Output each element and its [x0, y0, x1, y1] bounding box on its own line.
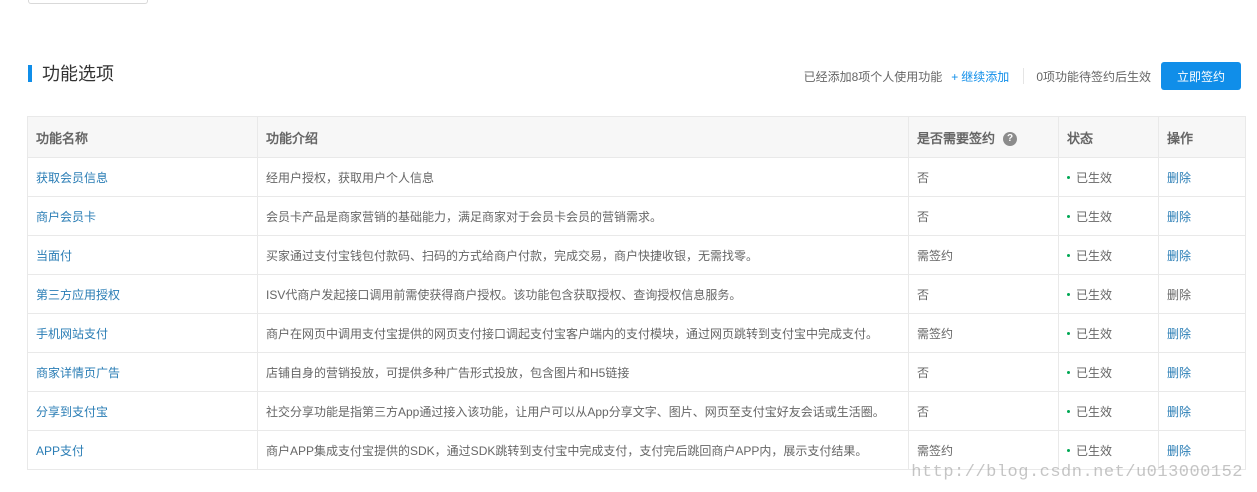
function-name-link[interactable]: 获取会员信息: [36, 171, 108, 185]
cell-name: 分享到支付宝: [27, 391, 258, 431]
cell-action: 删除: [1158, 313, 1246, 353]
status-label: 已生效: [1076, 365, 1113, 380]
cell-need-sign: 否: [908, 391, 1059, 431]
header-need-sign: 是否需要签约?: [908, 116, 1059, 158]
cell-status: 已生效: [1058, 391, 1159, 431]
table-row: 分享到支付宝 社交分享功能是指第三方App通过接入该功能，让用户可以从App分享文…: [27, 391, 1246, 431]
cell-intro: 商户APP集成支付宝提供的SDK，通过SDK跳转到支付宝中完成支付，支付完后跳回…: [257, 430, 909, 470]
delete-link[interactable]: 删除: [1167, 405, 1191, 419]
function-table: 功能名称 功能介绍 是否需要签约? 状态 操作 获取会员信息 经用户授权，获取用户…: [27, 116, 1246, 470]
table-row: 当面付 买家通过支付宝钱包付款码、扫码的方式给商户付款，完成交易，商户快捷收银，无…: [27, 235, 1246, 275]
header-status: 状态: [1058, 116, 1159, 158]
cell-action: 删除: [1158, 196, 1246, 236]
table-body: 获取会员信息 经用户授权，获取用户个人信息否已生效 删除 商户会员卡 会员卡产品是商家营…: [27, 157, 1246, 470]
cell-need-sign: 需签约: [908, 313, 1059, 353]
status-dot-icon: [1067, 253, 1070, 257]
cell-name: 商户会员卡: [27, 196, 258, 236]
cell-status: 已生效: [1058, 313, 1159, 353]
delete-link[interactable]: 删除: [1167, 366, 1191, 380]
section-header: 功能选项 已经添加8项个人使用功能 + 继续添加 0项功能待签约后生效 立即签约: [28, 62, 1241, 90]
function-name-link[interactable]: 第三方应用授权: [36, 288, 120, 302]
status-label: 已生效: [1076, 404, 1113, 419]
delete-link[interactable]: 删除: [1167, 444, 1191, 458]
header-intro: 功能介绍: [257, 116, 909, 158]
delete-link[interactable]: 删除: [1167, 171, 1191, 185]
status-dot-icon: [1067, 214, 1070, 218]
status-dot-icon: [1067, 292, 1070, 296]
header-action: 操作: [1158, 116, 1246, 158]
status-dot-icon: [1067, 448, 1070, 452]
cell-intro: 店铺自身的营销投放，可提供多种广告形式投放，包含图片和H5链接: [257, 352, 909, 392]
function-name-link[interactable]: 手机网站支付: [36, 327, 108, 341]
continue-add-label: 继续添加: [961, 69, 1010, 84]
table-header-row: 功能名称 功能介绍 是否需要签约? 状态 操作: [27, 116, 1246, 158]
cell-intro: 商户在网页中调用支付宝提供的网页支付接口调起支付宝客户端内的支付模块，通过网页跳…: [257, 313, 909, 353]
status-dot-icon: [1067, 370, 1070, 374]
cell-intro: ISV代商户发起接口调用前需使获得商户授权。该功能包含获取授权、查询授权信息服务…: [257, 274, 909, 314]
sign-now-button[interactable]: 立即签约: [1161, 62, 1241, 90]
cell-action: 删除: [1158, 235, 1246, 275]
top-input-box[interactable]: [28, 0, 148, 4]
cell-need-sign: 否: [908, 196, 1059, 236]
cell-intro: 会员卡产品是商家营销的基础能力，满足商家对于会员卡会员的营销需求。: [257, 196, 909, 236]
cell-status: 已生效: [1058, 235, 1159, 275]
cell-name: 第三方应用授权: [27, 274, 258, 314]
cell-name: 获取会员信息: [27, 157, 258, 197]
header-name: 功能名称: [27, 116, 258, 158]
cell-need-sign: 否: [908, 352, 1059, 392]
table-row: 第三方应用授权 ISV代商户发起接口调用前需使获得商户授权。该功能包含获取授权、查…: [27, 274, 1246, 314]
status-label: 已生效: [1076, 170, 1113, 185]
continue-add-link[interactable]: + 继续添加: [951, 68, 1009, 85]
cell-name: APP支付: [27, 430, 258, 470]
header-divider: [1023, 68, 1025, 84]
table-row: 商家详情页广告 店铺自身的营销投放，可提供多种广告形式投放，包含图片和H5链接否 已…: [27, 352, 1246, 392]
watermark: http://blog.csdn.net/u013000152: [911, 463, 1243, 482]
cell-status: 已生效: [1058, 352, 1159, 392]
status-label: 已生效: [1076, 209, 1113, 224]
cell-action: 删除: [1158, 391, 1246, 431]
section-title-bar: [28, 65, 32, 82]
status-label: 已生效: [1076, 443, 1113, 458]
cell-name: 手机网站支付: [27, 313, 258, 353]
cell-action: 删除: [1158, 157, 1246, 197]
cell-name: 商家详情页广告: [27, 352, 258, 392]
header-actions: 已经添加8项个人使用功能 + 继续添加 0项功能待签约后生效 立即签约: [804, 62, 1241, 90]
added-count-text: 已经添加8项个人使用功能: [803, 69, 943, 84]
cell-intro: 社交分享功能是指第三方App通过接入该功能，让用户可以从App分享文字、图片、网…: [257, 391, 909, 431]
plus-icon: +: [951, 69, 959, 84]
function-name-link[interactable]: APP支付: [36, 444, 84, 458]
status-dot-icon: [1067, 409, 1070, 413]
status-dot-icon: [1067, 331, 1070, 335]
cell-need-sign: 需签约: [908, 235, 1059, 275]
table-row: 商户会员卡 会员卡产品是商家营销的基础能力，满足商家对于会员卡会员的营销需求。否 已…: [27, 196, 1246, 236]
cell-need-sign: 否: [908, 274, 1059, 314]
function-name-link[interactable]: 商家详情页广告: [36, 366, 120, 380]
cell-need-sign: 否: [908, 157, 1059, 197]
status-label: 已生效: [1076, 326, 1113, 341]
pending-count-text: 0项功能待签约后生效: [1036, 69, 1151, 84]
cell-status: 已生效: [1058, 196, 1159, 236]
delete-link[interactable]: 删除: [1167, 210, 1191, 224]
function-name-link[interactable]: 当面付: [36, 249, 72, 263]
cell-intro: 经用户授权，获取用户个人信息: [257, 157, 909, 197]
cell-action: 删除: [1158, 274, 1246, 314]
status-label: 已生效: [1076, 248, 1113, 263]
function-name-link[interactable]: 商户会员卡: [36, 210, 96, 224]
delete-link[interactable]: 删除: [1167, 249, 1191, 263]
status-label: 已生效: [1076, 287, 1113, 302]
cell-status: 已生效: [1058, 157, 1159, 197]
status-dot-icon: [1067, 175, 1070, 179]
cell-intro: 买家通过支付宝钱包付款码、扫码的方式给商户付款，完成交易，商户快捷收银，无需找零…: [257, 235, 909, 275]
help-icon[interactable]: ?: [1003, 132, 1018, 147]
section-title: 功能选项: [42, 64, 114, 84]
cell-action: 删除: [1158, 352, 1246, 392]
function-name-link[interactable]: 分享到支付宝: [36, 405, 108, 419]
header-need-sign-label: 是否需要签约: [917, 130, 996, 146]
delete-link: 删除: [1167, 287, 1192, 302]
cell-name: 当面付: [27, 235, 258, 275]
table-row: 手机网站支付 商户在网页中调用支付宝提供的网页支付接口调起支付宝客户端内的支付模块…: [27, 313, 1246, 353]
table-row: 获取会员信息 经用户授权，获取用户个人信息否 已生效 删除: [27, 157, 1246, 197]
delete-link[interactable]: 删除: [1167, 327, 1191, 341]
cell-status: 已生效: [1058, 274, 1159, 314]
